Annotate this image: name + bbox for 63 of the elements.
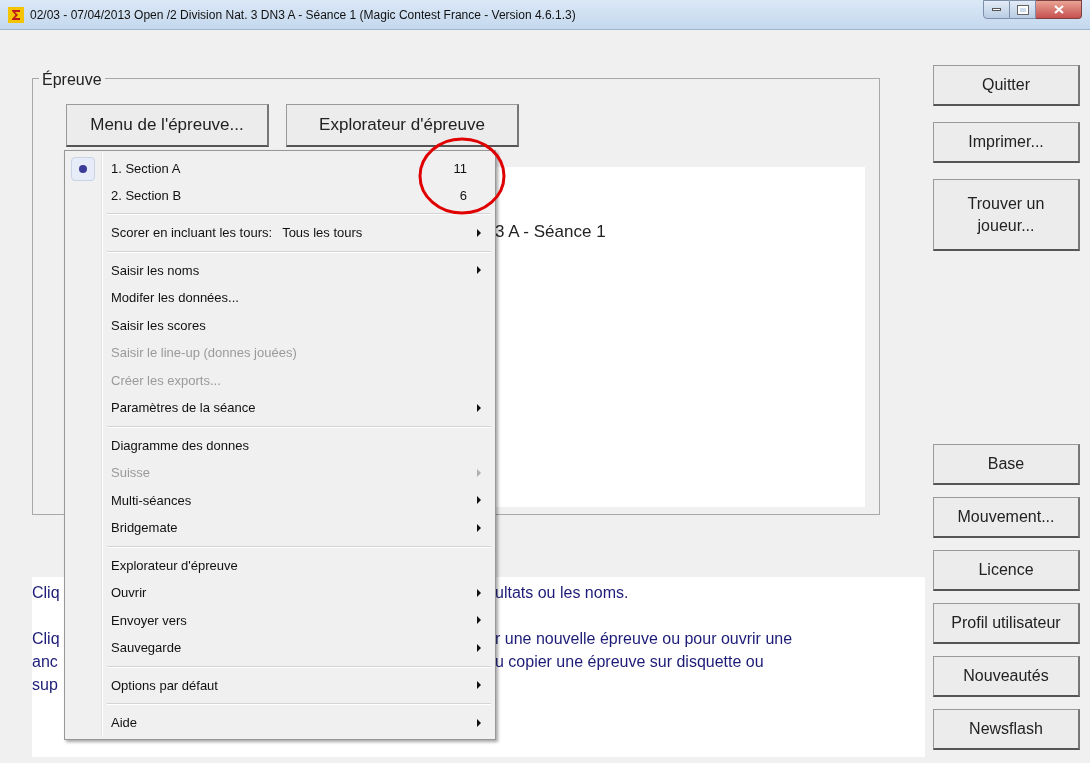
menu-item[interactable]: Saisir les scores xyxy=(65,311,495,339)
menu-item-label: Modifer les données... xyxy=(111,289,239,307)
side-button[interactable]: Base xyxy=(933,444,1080,485)
minimize-button[interactable] xyxy=(983,0,1010,19)
menu-item[interactable]: Modifer les données... xyxy=(65,284,495,312)
info-text: r une nouvelle épreuve ou pour ouvrir une xyxy=(495,630,793,647)
event-explorer-button[interactable]: Explorateur d'épreuve xyxy=(286,104,519,147)
close-icon xyxy=(1053,5,1064,14)
info-text: ultats ou les noms. xyxy=(495,584,629,601)
menu-item-value: Tous les tours xyxy=(282,224,363,242)
menu-item-label: Envoyer vers xyxy=(111,611,187,630)
menu-item-label: Sauvegarde xyxy=(111,639,182,657)
side-button[interactable]: Imprimer... xyxy=(933,122,1080,163)
window-title: 02/03 - 07/04/2013 Open /2 Division Nat. 3 DN3 A - Séance 1 (Magic Contest France - Version 4.6.1.3) xyxy=(30,6,576,24)
section-label: 2. Section B xyxy=(111,186,182,205)
section-count: 6 xyxy=(459,186,467,205)
menu-item-label: Scorer en incluant les tours: xyxy=(111,224,273,242)
side-button[interactable]: Nouveautés xyxy=(933,656,1080,697)
menu-item-label: Saisir les noms xyxy=(111,261,200,280)
event-menu-button[interactable]: Menu de l'épreuve... xyxy=(66,104,269,147)
menu-item[interactable]: Scorer en incluant les tours: Tous les tours xyxy=(65,219,495,247)
side-button[interactable]: Licence xyxy=(933,550,1080,591)
menu-item-label: Bridgemate xyxy=(111,519,178,537)
info-text: u copier une épreuve sur disquette ou xyxy=(495,653,764,670)
menu-item-label: Diagramme des donnes xyxy=(111,436,250,455)
menu-item[interactable]: Diagramme des donnes xyxy=(65,431,495,459)
side-button[interactable]: Quitter xyxy=(933,65,1080,106)
section-count: 11 xyxy=(453,159,467,178)
side-button[interactable]: Mouvement... xyxy=(933,497,1080,538)
menu-item[interactable]: Saisir les noms xyxy=(65,256,495,284)
close-button[interactable] xyxy=(1036,0,1082,19)
menu-item[interactable]: Options par défaut xyxy=(65,671,495,699)
menu-item-label: Paramètres de la séance xyxy=(111,399,256,417)
menu-item[interactable]: Aide xyxy=(65,709,495,737)
info-text: anc xyxy=(32,653,58,670)
menu-item-label: Options par défaut xyxy=(111,676,218,695)
maximize-button[interactable] xyxy=(1010,0,1036,19)
menu-item[interactable]: Ouvrir xyxy=(65,579,495,607)
side-button[interactable]: Newsflash xyxy=(933,709,1080,750)
sigma-icon xyxy=(8,6,24,23)
side-button[interactable]: Profil utilisateur xyxy=(933,603,1080,644)
menu-item-label: Saisir le line-up (donnes jouées) xyxy=(111,344,297,362)
menu-item[interactable]: 2. Section B 6 xyxy=(65,182,495,209)
menu-item[interactable]: Envoyer vers xyxy=(65,606,495,634)
menu-item-label: Ouvrir xyxy=(111,584,147,602)
info-text: sup xyxy=(32,676,58,693)
menu-item-label: Saisir les scores xyxy=(111,316,206,335)
section-label: 1. Section A xyxy=(111,159,181,178)
menu-item-label: Multi-séances xyxy=(111,491,192,510)
menu-item[interactable]: 1. Section A 11 xyxy=(65,155,495,182)
panel-text: 3 A - Séance 1 xyxy=(495,222,606,241)
menu-item-label: Suisse xyxy=(111,464,151,482)
menu-item[interactable]: Paramètres de la séance xyxy=(65,394,495,422)
info-text: Cliq xyxy=(32,584,60,601)
menu-item[interactable]: Multi-séances xyxy=(65,486,495,514)
menu-item-label: Aide xyxy=(111,714,138,732)
info-text: Cliq xyxy=(32,630,60,647)
menu-item-label: Créer les exports... xyxy=(111,371,221,390)
menu-item-label: Explorateur d'épreuve xyxy=(111,556,238,575)
menu-item[interactable]: Bridgemate xyxy=(65,514,495,542)
menu-item[interactable]: Explorateur d'épreuve xyxy=(65,551,495,579)
side-button[interactable]: Trouver un joueur... xyxy=(933,179,1080,251)
menu-item[interactable]: Sauvegarde xyxy=(65,634,495,662)
